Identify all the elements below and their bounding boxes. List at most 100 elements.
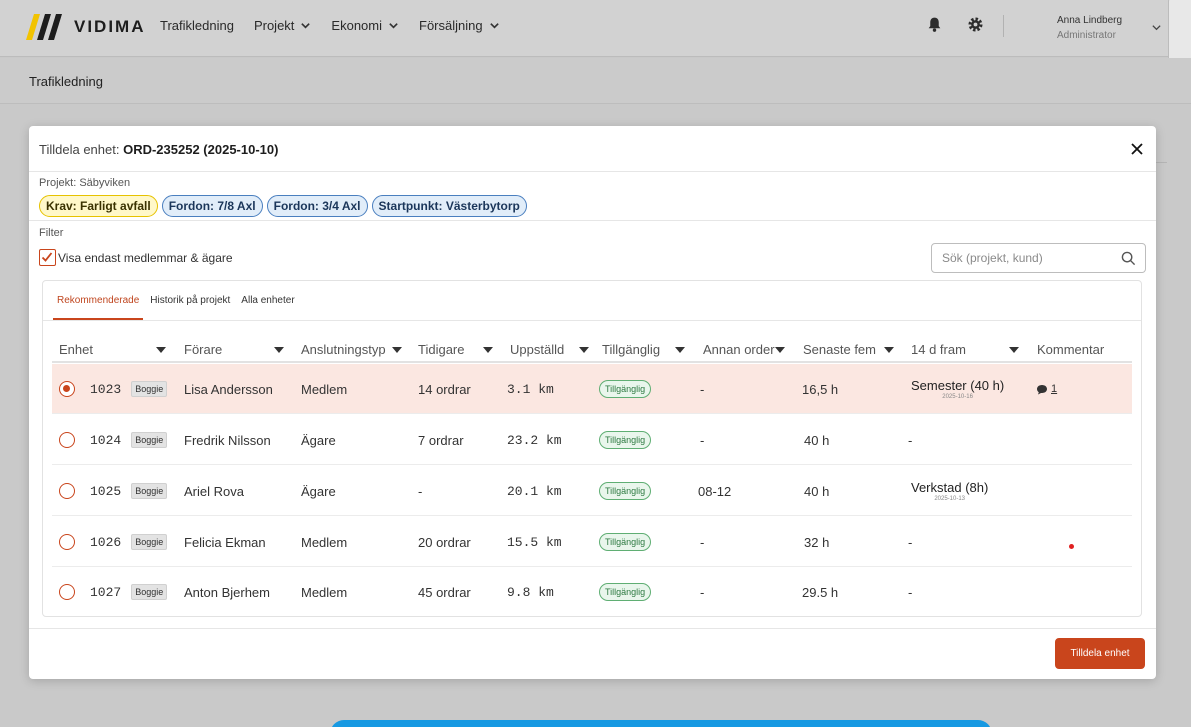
last-five: 29.5 h	[802, 584, 839, 600]
column-header-comment: Kommentar	[1037, 342, 1105, 357]
column-header-available[interactable]: Tillgänglig	[602, 342, 660, 357]
comment-icon	[1037, 384, 1047, 394]
row-radio-selected[interactable]	[59, 381, 75, 397]
chevron-down-icon[interactable]	[1151, 22, 1162, 33]
units-card: Rekommenderade Historik på projekt Alla …	[42, 280, 1142, 617]
availability-badge: Tillgänglig	[599, 583, 652, 601]
parked-distance: 3.1 km	[507, 381, 554, 397]
column-header-parked[interactable]: Uppställd	[510, 342, 564, 357]
unit-number: 1024	[90, 432, 122, 448]
sort-down-icon[interactable]	[775, 347, 785, 353]
column-header-previous[interactable]: Tidigare	[418, 342, 464, 357]
sort-down-icon[interactable]	[392, 347, 402, 353]
members-only-checkbox[interactable]	[39, 249, 56, 266]
column-header-driver[interactable]: Förare	[184, 342, 222, 357]
table-row[interactable]: 1025 Boggie Ariel Rova Ägare - 20.1 km Ti…	[52, 466, 1132, 516]
sort-down-icon[interactable]	[156, 347, 166, 353]
row-radio[interactable]	[59, 483, 75, 499]
user-role: Administrator	[1057, 30, 1116, 41]
project-label: Projekt: Säbyviken	[39, 177, 131, 189]
unit-number: 1026	[90, 534, 122, 550]
row-radio[interactable]	[59, 584, 75, 600]
vehicle-tag: Boggie	[131, 432, 168, 448]
search-icon[interactable]	[1121, 251, 1136, 266]
next-14-days: Semester (40 h)	[911, 378, 1005, 393]
modal-header: Tilldela enhet: ORD-235252 (2025-10-10)	[29, 126, 1156, 172]
tab-project-history[interactable]: Historik på projekt	[146, 281, 234, 320]
search-input[interactable]	[942, 245, 1122, 271]
sort-down-icon[interactable]	[884, 347, 894, 353]
driver-name: Fredrik Nilsson	[184, 432, 271, 448]
user-menu[interactable]: Anna Lindberg Administrator	[1057, 13, 1122, 43]
nav-label: Projekt	[253, 18, 295, 33]
chevron-down-icon	[389, 23, 398, 29]
connection-type: Medlem	[301, 534, 348, 550]
page-header: Trafikledning	[0, 58, 1191, 104]
table-row[interactable]: 1026 Boggie Felicia Ekman Medlem 20 ordra…	[52, 517, 1132, 567]
table-row[interactable]: 1023 Boggie Lisa Andersson Medlem 14 ordr…	[52, 364, 1132, 414]
column-header-next-14-days[interactable]: 14 d fram	[911, 342, 966, 357]
assign-unit-button[interactable]: Tilldela enhet	[1055, 638, 1145, 669]
user-name: Anna Lindberg	[1057, 15, 1123, 26]
sort-down-icon[interactable]	[675, 347, 685, 353]
bell-icon[interactable]	[926, 16, 943, 33]
filter-label: Filter	[39, 227, 64, 239]
previous-orders: 45 ordrar	[418, 584, 471, 600]
top-icons	[926, 16, 984, 33]
row-radio[interactable]	[59, 534, 75, 550]
nav-item-projekt[interactable]: Projekt	[254, 18, 311, 33]
nav-item-ekonomi[interactable]: Ekonomi	[331, 18, 399, 33]
column-header-connection-type[interactable]: Anslutningstyp	[301, 342, 386, 357]
vehicle-tag: Boggie	[131, 483, 168, 499]
vehicle-tag: Boggie	[131, 584, 168, 600]
divider	[1003, 15, 1004, 37]
driver-name: Anton Bjerhem	[184, 584, 270, 600]
unit-number: 1027	[90, 584, 122, 600]
top-navigation-bar: VIDIMA Trafikledning Projekt Ekonomi För…	[0, 0, 1191, 68]
other-order: -	[700, 381, 705, 397]
vidima-logo[interactable]: VIDIMA	[26, 14, 146, 40]
tab-recommended[interactable]: Rekommenderade	[53, 281, 144, 320]
previous-orders: -	[418, 483, 423, 499]
modal-title-prefix: Tilldela enhet:	[39, 142, 120, 157]
nav-label: Trafikledning	[160, 18, 234, 33]
order-id: ORD-235252 (2025-10-10)	[123, 142, 279, 157]
members-only-filter[interactable]: Visa endast medlemmar & ägare	[39, 249, 233, 266]
nav-label: Försäljning	[419, 18, 483, 33]
parked-distance: 23.2 km	[507, 432, 562, 448]
availability-badge: Tillgänglig	[599, 533, 652, 551]
close-icon[interactable]	[1130, 142, 1144, 156]
assign-unit-modal: Tilldela enhet: ORD-235252 (2025-10-10) …	[29, 126, 1156, 679]
connection-type: Medlem	[301, 584, 348, 600]
row-radio[interactable]	[59, 432, 75, 448]
column-header-unit[interactable]: Enhet	[59, 342, 93, 357]
other-order: 08-12	[698, 483, 732, 499]
bottom-action-bar	[330, 720, 992, 727]
sort-down-icon[interactable]	[483, 347, 493, 353]
sort-down-icon[interactable]	[1009, 347, 1019, 353]
next-14-days: -	[908, 584, 913, 600]
tab-all-units[interactable]: Alla enheter	[237, 281, 298, 320]
unit-number: 1023	[90, 381, 122, 397]
nav-item-forsaljning[interactable]: Försäljning	[419, 18, 500, 33]
column-header-other-order[interactable]: Annan order	[703, 342, 775, 357]
nav-label: Ekonomi	[331, 18, 382, 33]
unit-number: 1025	[90, 483, 122, 499]
gear-icon[interactable]	[967, 16, 984, 33]
vehicle-tag: Boggie	[131, 534, 168, 550]
availability-badge: Tillgänglig	[599, 380, 652, 398]
sort-down-icon[interactable]	[274, 347, 284, 353]
next-14-days: -	[908, 534, 913, 550]
sort-down-icon[interactable]	[579, 347, 589, 353]
table-row[interactable]: 1027 Boggie Anton Bjerhem Medlem 45 ordra…	[52, 567, 1132, 617]
connection-type: Medlem	[301, 381, 348, 397]
nav-item-trafikledning[interactable]: Trafikledning	[160, 18, 234, 33]
tabs-divider	[43, 320, 1141, 321]
logo-stripes-icon	[26, 14, 62, 40]
other-order: -	[700, 584, 705, 600]
header-divider	[52, 361, 1132, 363]
driver-name: Lisa Andersson	[184, 381, 273, 397]
comment-link[interactable]: 1	[1036, 383, 1057, 395]
table-row[interactable]: 1024 Boggie Fredrik Nilsson Ägare 7 ordra…	[52, 415, 1132, 465]
column-header-last-five[interactable]: Senaste fem	[803, 342, 876, 357]
